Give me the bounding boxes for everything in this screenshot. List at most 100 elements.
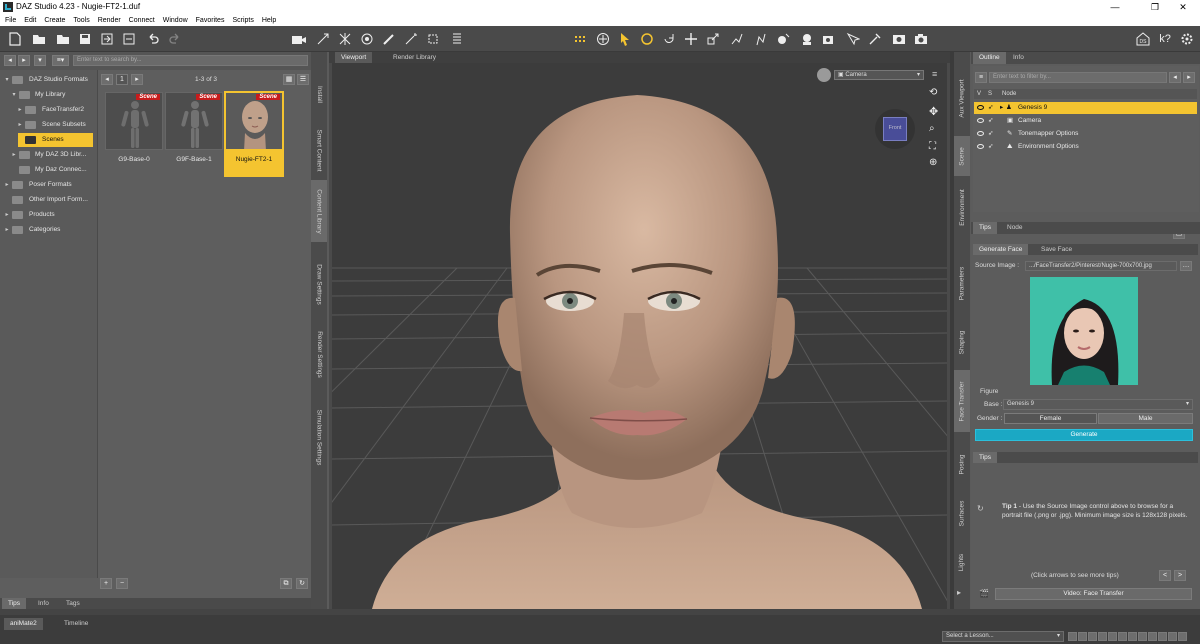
menu-favorites[interactable]: Favorites [195,17,226,24]
zoom-icon[interactable]: ⌕ [929,123,935,134]
view-cube[interactable]: Front [875,109,915,149]
tab-face-transfer-tips[interactable]: Tips [973,452,998,463]
surface-selection-icon[interactable] [774,30,792,48]
menu-window[interactable]: Window [162,17,189,24]
page-prev-icon[interactable]: ◂ [101,74,113,85]
tip-prev-icon[interactable]: < [1159,570,1171,581]
collapse-arrow-icon[interactable]: ▸ [4,208,10,222]
tip-next-icon[interactable]: > [1174,570,1186,581]
col-visible[interactable]: V [977,89,981,99]
lesson-step-icon[interactable] [1158,632,1167,641]
tree-item-categories[interactable]: ▸ Categories [0,223,98,237]
visibility-eye-icon[interactable] [977,118,984,123]
tab-outline[interactable]: Outline [973,52,1006,64]
camera-sphere-icon[interactable] [817,68,831,82]
expand-arrow-icon[interactable]: ▾ [4,73,10,87]
3d-viewport[interactable]: ▣ Camera ▾ ≡ Front ⟲ ✥ ⌕ ⛶ ⊕ [332,63,947,609]
col-node[interactable]: Node [1002,89,1016,99]
tab-scene-node[interactable]: Node [1001,222,1029,234]
remove-button[interactable]: − [116,578,128,589]
thumbnail-g9-base-0[interactable]: Scene [105,92,163,150]
tab-face-transfer[interactable]: Face Transfer [954,370,970,432]
refresh-icon[interactable]: ↻ [296,578,308,589]
tab-posing[interactable]: Posing [954,444,970,484]
lesson-step-icon[interactable] [1128,632,1137,641]
redo-icon[interactable] [166,30,184,48]
tab-generate-face[interactable]: Generate Face [973,244,1029,255]
source-image-path[interactable]: .../FaceTransfer2/Pinterest/Nugie-700x70… [1025,261,1177,271]
thumbnail-g9f-base-1[interactable]: Scene [165,92,223,150]
tab-scene-tips[interactable]: Tips [973,222,998,234]
geometry-editor-icon[interactable] [866,30,884,48]
lesson-step-icon[interactable] [1168,632,1177,641]
tab-environment[interactable]: Environment [954,180,970,234]
menu-create[interactable]: Create [43,17,66,24]
tree-item-poser-formats[interactable]: ▸ Poser Formats [0,178,98,192]
import-icon[interactable] [98,30,116,48]
tab-draw-settings[interactable]: Draw Settings [311,256,327,312]
node-environment-options[interactable]: ➶ ⛰ Environment Options [974,141,1197,153]
add-button[interactable]: + [100,578,112,589]
node-tonemapper-options[interactable]: ➶ ✎ Tonemapper Options [974,128,1197,140]
selectable-arrow-icon[interactable]: ➶ [988,128,993,140]
tab-smart-content[interactable]: Smart Content [311,122,327,178]
tabs-scroll-icon[interactable]: ▸ [957,588,961,597]
outline-next-icon[interactable]: ▸ [1183,72,1195,83]
view-cube-front[interactable]: Front [883,117,907,141]
help-icon[interactable]: k? [1156,30,1174,48]
visibility-eye-icon[interactable] [977,144,984,149]
joint-editor-icon[interactable] [728,30,746,48]
menu-tools[interactable]: Tools [72,17,90,24]
lesson-step-icon[interactable] [1118,632,1127,641]
tab-aux-viewport[interactable]: Aux Viewport [954,66,970,130]
view-list-icon[interactable]: ≡▾ [52,55,69,66]
light-tool-icon[interactable] [336,30,354,48]
selectable-arrow-icon[interactable]: ➶ [988,102,993,114]
reset-view-icon[interactable]: ⊕ [929,157,937,168]
menu-file[interactable]: File [4,17,17,24]
tab-install[interactable]: Install [311,68,327,120]
col-selectable[interactable]: S [988,89,992,99]
lesson-step-icon[interactable] [1178,632,1187,641]
outline-filter-input[interactable]: Enter text to filter by... [989,72,1167,83]
tree-item-my-daz-connect[interactable]: My Daz Connec... [0,163,98,177]
collapse-arrow-icon[interactable]: ▸ [4,223,10,237]
node-genesis-9[interactable]: ➶ ▸ ♟ Genesis 9 [974,102,1197,114]
lesson-step-icon[interactable] [1068,632,1077,641]
selectable-arrow-icon[interactable]: ➶ [988,115,993,127]
open-folder-icon[interactable] [30,30,48,48]
tab-content-library[interactable]: Content Library [311,180,327,242]
tab-parameters[interactable]: Parameters [954,250,970,316]
tree-item-scenes[interactable]: Scenes [18,133,93,147]
tab-animate2[interactable]: aniMate2 [4,618,43,630]
content-search-input[interactable]: Enter text to search by... [73,55,308,66]
tree-item-my-library[interactable]: ▾ My Library [0,88,98,102]
settings-gear-icon[interactable] [1178,30,1196,48]
browse-button[interactable]: … [1180,261,1192,271]
orbit-icon[interactable]: ⟲ [929,87,937,98]
layout-icon[interactable] [448,30,466,48]
tree-item-facetransfer2[interactable]: ▸ FaceTransfer2 [0,103,98,117]
collapse-arrow-icon[interactable]: ▸ [17,118,23,132]
forward-arrow-icon[interactable]: ▸ [18,55,30,66]
lesson-step-icon[interactable] [1098,632,1107,641]
tab-render-library[interactable]: Render Library [387,52,442,63]
tree-item-products[interactable]: ▸ Products [0,208,98,222]
video-face-transfer-button[interactable]: Video: Face Transfer [995,588,1192,600]
render-camera-icon[interactable] [912,30,930,48]
menu-help[interactable]: Help [261,17,277,24]
expand-arrow-icon[interactable]: ▾ [11,88,17,102]
expand-arrow-icon[interactable]: ▸ [1000,102,1003,114]
frame-icon[interactable]: ⛶ [929,141,936,152]
node-weight-icon[interactable] [844,30,862,48]
generate-button[interactable]: Generate [975,429,1193,441]
tree-item-my-daz-3d-library[interactable]: ▸ My DAZ 3D Libr... [0,148,98,162]
rotate-tool-icon[interactable] [660,30,678,48]
selectable-arrow-icon[interactable]: ➶ [988,141,993,153]
active-pose-icon[interactable] [752,30,770,48]
collapse-arrow-icon[interactable]: ▸ [11,148,17,162]
bottom-divider[interactable] [0,609,1200,615]
menu-scripts[interactable]: Scripts [231,17,254,24]
pose-tool-icon[interactable] [638,30,656,48]
copy-icon[interactable]: ⧉ [280,578,292,589]
